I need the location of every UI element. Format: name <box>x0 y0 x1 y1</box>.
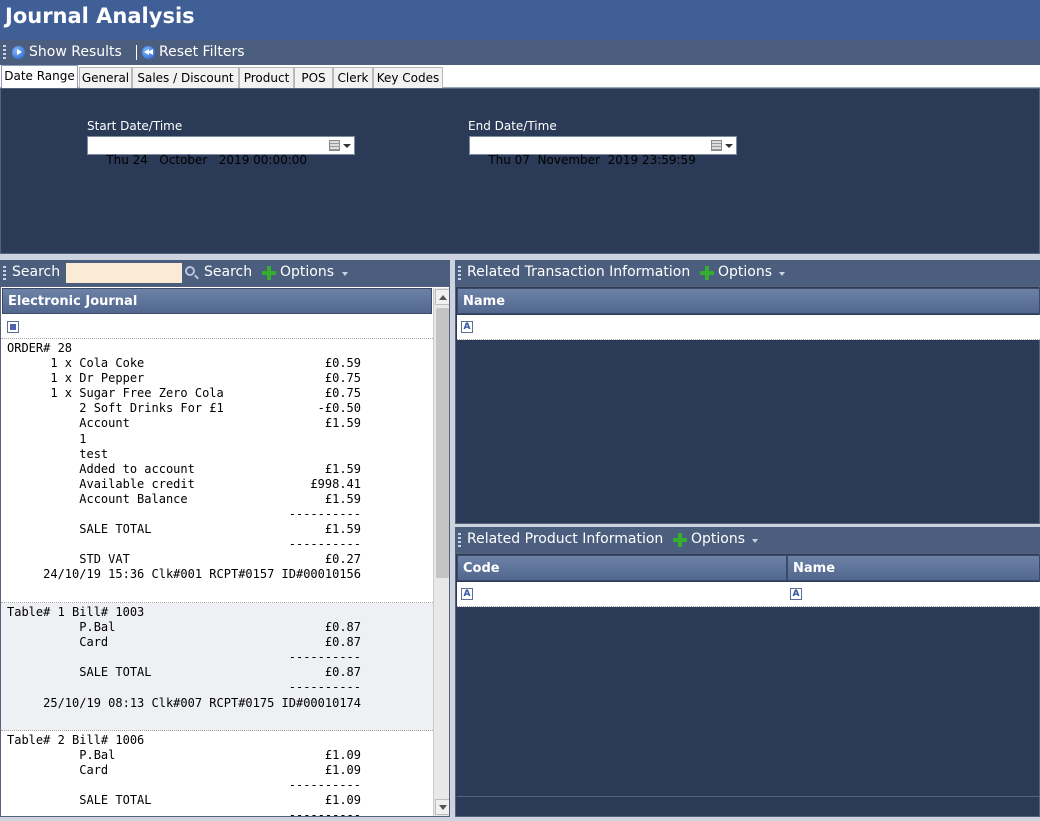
title-bar: Journal Analysis <box>0 0 1040 40</box>
column-header-electronic-journal[interactable]: Electronic Journal <box>2 288 432 314</box>
related-transaction-header: Related Transaction Information Options <box>455 260 1040 286</box>
calendar-icon[interactable] <box>329 140 340 151</box>
tab-general[interactable]: General <box>79 67 132 88</box>
panel-grip-icon[interactable] <box>3 266 6 280</box>
related-product-options-button[interactable]: Options <box>691 531 745 547</box>
filter-tabs: Date Range General Sales / Discount Prod… <box>0 65 1040 88</box>
tab-product[interactable]: Product <box>239 67 294 88</box>
show-results-label: Show Results <box>29 44 122 60</box>
panel-grip-icon[interactable] <box>458 533 461 547</box>
tab-key-codes[interactable]: Key Codes <box>373 67 443 88</box>
search-label: Search <box>12 264 61 280</box>
related-product-label: Related Product Information <box>467 531 664 547</box>
scroll-up-icon[interactable] <box>435 289 449 305</box>
journal-filter-row <box>1 315 433 339</box>
start-date-value: Thu 24 October 2019 00:00:00 <box>106 153 308 167</box>
chevron-down-icon[interactable] <box>343 144 351 148</box>
journal-receipt[interactable]: Table# 2 Bill# 1006 P.Bal £1.09 Card £1.… <box>1 731 433 816</box>
search-button[interactable]: Search <box>204 264 252 280</box>
transaction-filter-row: A <box>457 315 1040 340</box>
reset-filters-label: Reset Filters <box>159 44 245 60</box>
scroll-thumb[interactable] <box>436 308 449 578</box>
chevron-down-icon[interactable] <box>342 272 348 276</box>
column-header-code[interactable]: Code <box>457 555 787 581</box>
search-icon[interactable] <box>185 266 195 276</box>
tab-sales-discount[interactable]: Sales / Discount <box>132 67 239 88</box>
toolbar-grip-icon[interactable] <box>3 45 6 59</box>
related-transaction-options-button[interactable]: Options <box>718 264 772 280</box>
journal-scrollbar[interactable] <box>433 288 449 816</box>
scroll-down-icon[interactable] <box>435 799 449 815</box>
chevron-down-icon[interactable] <box>725 144 733 148</box>
grid-footer-divider <box>457 796 1040 797</box>
end-date-value: Thu 07 November 2019 23:59:59 <box>488 153 696 167</box>
start-date-label: Start Date/Time <box>87 119 183 133</box>
search-panel-header: Search Search Options <box>0 260 450 286</box>
toolbar-separator <box>136 45 137 60</box>
search-input[interactable] <box>66 263 182 283</box>
plus-icon[interactable] <box>262 266 276 280</box>
search-options-button[interactable]: Options <box>280 264 334 280</box>
filter-icon[interactable]: A <box>461 321 473 333</box>
end-date-label: End Date/Time <box>468 119 557 133</box>
tab-date-range[interactable]: Date Range <box>1 65 78 88</box>
plus-icon[interactable] <box>673 533 687 547</box>
filter-toggle-icon[interactable] <box>7 321 19 333</box>
tab-pos[interactable]: POS <box>294 67 333 88</box>
end-date-picker[interactable]: Thu 07 November 2019 23:59:59 <box>469 136 737 167</box>
related-product-header: Related Product Information Options <box>455 527 1040 553</box>
journal-receipt[interactable]: ORDER# 28 1 x Cola Coke £0.59 1 x Dr Pep… <box>1 339 433 603</box>
electronic-journal-grid: Electronic Journal ORDER# 28 1 x Cola Co… <box>0 286 450 817</box>
main-toolbar: Show Results Reset Filters <box>0 40 1040 65</box>
show-results-button[interactable]: Show Results <box>12 44 122 60</box>
product-filter-row: A A <box>457 582 1040 607</box>
journal-receipt[interactable]: Table# 1 Bill# 1003 P.Bal £0.87 Card £0.… <box>1 603 433 731</box>
play-icon <box>12 45 25 59</box>
tab-clerk[interactable]: Clerk <box>333 67 373 88</box>
calendar-icon[interactable] <box>711 140 722 151</box>
app-title: Journal Analysis <box>5 4 195 28</box>
column-header-name[interactable]: Name <box>787 555 1040 581</box>
column-header-name[interactable]: Name <box>457 288 1040 314</box>
chevron-down-icon[interactable] <box>779 272 785 276</box>
date-range-panel: Start Date/Time Thu 24 October 2019 00:0… <box>0 88 1040 254</box>
chevron-down-icon[interactable] <box>752 539 758 543</box>
reset-filters-button[interactable]: Reset Filters <box>142 44 245 60</box>
related-transaction-label: Related Transaction Information <box>467 264 691 280</box>
filter-icon[interactable]: A <box>790 588 802 600</box>
related-product-grid: Code Name A A <box>455 553 1040 817</box>
start-date-picker[interactable]: Thu 24 October 2019 00:00:00 <box>87 136 355 167</box>
related-transaction-grid: Name A <box>455 286 1040 524</box>
plus-icon[interactable] <box>700 266 714 280</box>
filter-icon[interactable]: A <box>461 588 473 600</box>
rewind-icon <box>142 45 155 59</box>
panel-grip-icon[interactable] <box>458 266 461 280</box>
